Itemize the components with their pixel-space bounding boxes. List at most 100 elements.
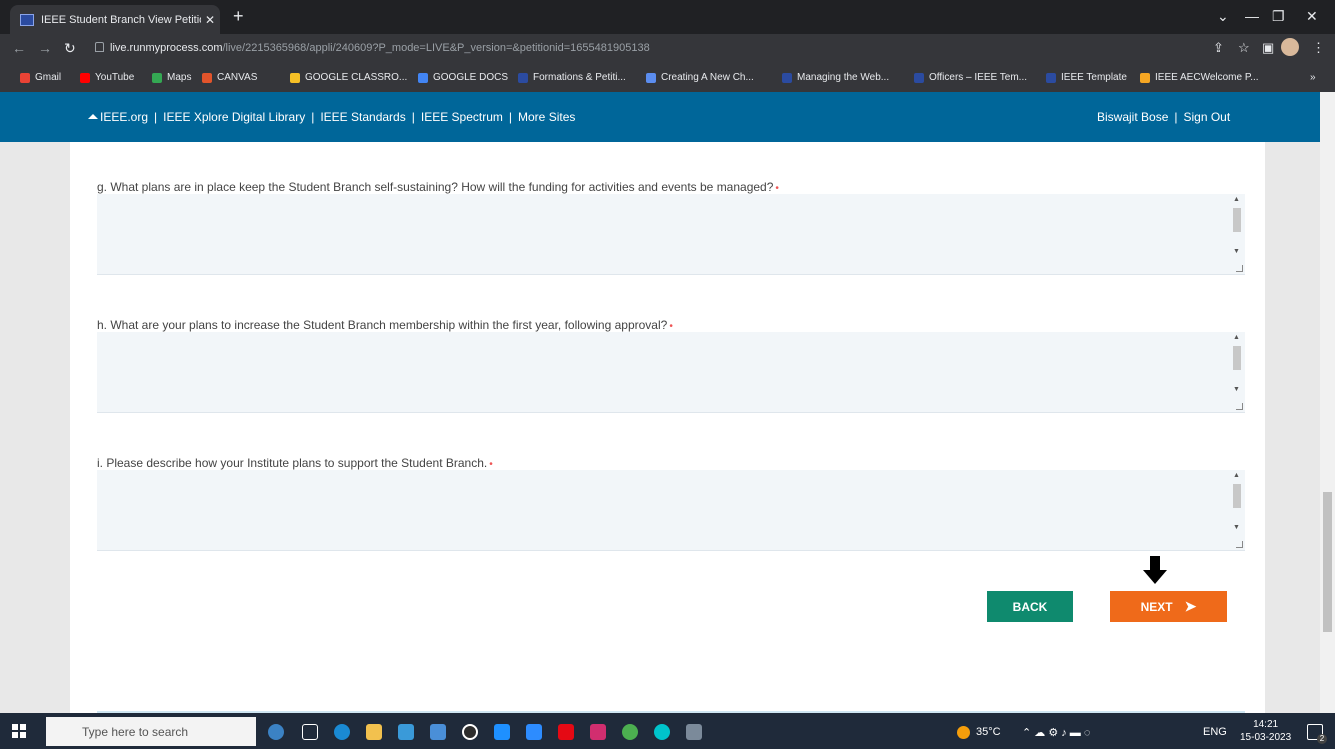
bookmark-google-docs[interactable]: GOOGLE DOCS [418,72,508,83]
app-red-icon[interactable] [590,724,606,740]
sidepanel-icon[interactable]: ▣ [1262,40,1274,56]
more-bookmarks-label: » [1310,72,1316,83]
bookmark-creating-new[interactable]: Creating A New Ch... [646,72,754,83]
bookmark-ieee-template[interactable]: IEEE Template [1046,72,1127,83]
scroll-up-icon[interactable]: ▲ [1233,472,1240,479]
cortana-icon[interactable] [268,724,284,740]
sign-out-link[interactable]: Sign Out [1184,110,1231,124]
more-bookmarks-button[interactable]: » [1310,72,1316,83]
reload-icon[interactable]: ↻ [64,40,76,57]
question-h-textarea[interactable]: ▲ ▼ [97,332,1245,413]
edge-icon[interactable] [334,724,350,740]
nav-separator: | [411,110,415,124]
store-icon[interactable] [398,724,414,740]
scroll-up-icon[interactable]: ▲ [1233,196,1240,203]
minimize-icon[interactable]: — [1245,8,1259,24]
textarea-scrollbar[interactable]: ▲ ▼ [1230,332,1242,412]
nav-ieee-spectrum[interactable]: IEEE Spectrum [421,110,503,124]
question-i-textarea[interactable]: ▲ ▼ [97,470,1245,551]
url-field[interactable]: live.runmyprocess.com/live/2215365968/ap… [110,42,650,54]
youtube-icon [80,72,90,83]
tab-close-icon[interactable]: ✕ [205,13,215,27]
taskbar-clock[interactable]: 14:21 15-03-2023 [1240,718,1291,744]
app-icon[interactable] [430,724,446,740]
bookmark-ieee-aec[interactable]: IEEE AECWelcome P... [1140,72,1259,83]
nav-ieee-org[interactable]: IEEE.org [100,110,148,124]
bookmark-managing-web[interactable]: Managing the Web... [782,72,889,83]
bookmark-canvas[interactable]: CANVAS [202,72,257,83]
windows-start-icon[interactable] [12,724,26,738]
bookmark-label: YouTube [95,72,135,83]
resize-grip-icon[interactable] [1236,265,1243,272]
bookmark-label: IEEE Template [1061,72,1127,83]
clock-date: 15-03-2023 [1240,732,1292,743]
question-g-label: g. What plans are in place keep the Stud… [97,180,779,194]
notification-icon[interactable]: 2 [1307,724,1327,744]
page-scrollbar-thumb[interactable] [1323,492,1332,632]
share-icon[interactable]: ⇪ [1213,40,1224,56]
browser-tab[interactable]: IEEE Student Branch View Petitio ✕ [10,5,220,34]
scroll-down-icon[interactable]: ▼ [1233,386,1240,393]
user-name-link[interactable]: Biswajit Bose [1097,110,1168,124]
textarea-scrollbar[interactable]: ▲ ▼ [1230,470,1242,550]
ieee-icon [782,72,792,83]
nav-more-sites[interactable]: More Sites [518,110,575,124]
forward-nav-icon[interactable]: → [38,40,52,56]
task-view-icon[interactable] [302,724,318,740]
bookmark-officers[interactable]: Officers – IEEE Tem... [914,72,1027,83]
question-g-textarea[interactable]: ▲ ▼ [97,194,1245,275]
nav-ieee-xplore[interactable]: IEEE Xplore Digital Library [163,110,305,124]
paint-icon[interactable] [686,724,702,740]
scroll-down-icon[interactable]: ▼ [1233,524,1240,531]
zoom-icon[interactable] [526,724,542,740]
media-player-icon[interactable] [462,724,478,740]
scrollbar-thumb[interactable] [1233,346,1241,370]
question-text: h. What are your plans to increase the S… [97,318,668,332]
language-label[interactable]: ENG [1203,726,1227,738]
weather-icon[interactable] [957,726,970,739]
back-nav-icon[interactable]: ← [12,40,26,56]
creating-icon [646,72,656,83]
nav-ieee-standards[interactable]: IEEE Standards [320,110,405,124]
bookmark-youtube[interactable]: YouTube [80,72,134,83]
back-button[interactable]: BACK [987,591,1073,622]
ieee-top-nav: IEEE.org | IEEE Xplore Digital Library | IEE… [88,110,575,124]
required-marker: • [489,459,493,470]
four-app-icon[interactable] [494,724,510,740]
new-tab-button[interactable]: + [233,6,244,27]
scroll-up-icon[interactable]: ▲ [1233,334,1240,341]
notification-count: 2 [1317,734,1327,744]
next-button-label: NEXT [1140,599,1173,614]
bookmark-star-icon[interactable]: ☆ [1238,40,1250,56]
restore-icon[interactable]: ❐ [1272,8,1285,25]
bookmark-maps[interactable]: Maps [152,72,191,83]
netflix-icon[interactable] [558,724,574,740]
page-scrollbar[interactable] [1320,92,1335,713]
bookmark-label: Maps [167,72,192,83]
scroll-down-icon[interactable]: ▼ [1233,248,1240,255]
scrollbar-thumb[interactable] [1233,208,1241,232]
bookmark-google-classroom[interactable]: GOOGLE CLASSRO... [290,72,407,83]
textarea-scrollbar[interactable]: ▲ ▼ [1230,194,1242,274]
bookmark-formations[interactable]: Formations & Petiti... [518,72,626,83]
question-text: g. What plans are in place keep the Stud… [97,180,774,194]
menu-kebab-icon[interactable]: ⋮ [1312,40,1325,56]
next-button[interactable]: NEXT ➤ [1110,591,1227,622]
chrome-icon[interactable] [622,724,638,740]
question-h-label: h. What are your plans to increase the S… [97,318,673,332]
question-text: i. Please describe how your Institute pl… [97,456,488,470]
profile-avatar[interactable] [1281,38,1299,56]
resize-grip-icon[interactable] [1236,403,1243,410]
scrollbar-thumb[interactable] [1233,484,1241,508]
tray-icons[interactable]: ⌃ ☁ ⚙ ♪ ▬ ◌ [1022,726,1090,739]
temperature-label[interactable]: 35°C [976,726,1001,738]
nav-separator: | [154,110,158,124]
bookmark-label: CANVAS [217,72,258,83]
taskbar-search-input[interactable]: Type here to search [46,717,256,746]
bookmark-gmail[interactable]: Gmail [20,72,61,83]
tab-search-icon[interactable]: ⌄ [1217,8,1229,25]
file-explorer-icon[interactable] [366,724,382,740]
canva-icon[interactable] [654,724,670,740]
close-window-icon[interactable]: ✕ [1306,8,1318,25]
resize-grip-icon[interactable] [1236,541,1243,548]
